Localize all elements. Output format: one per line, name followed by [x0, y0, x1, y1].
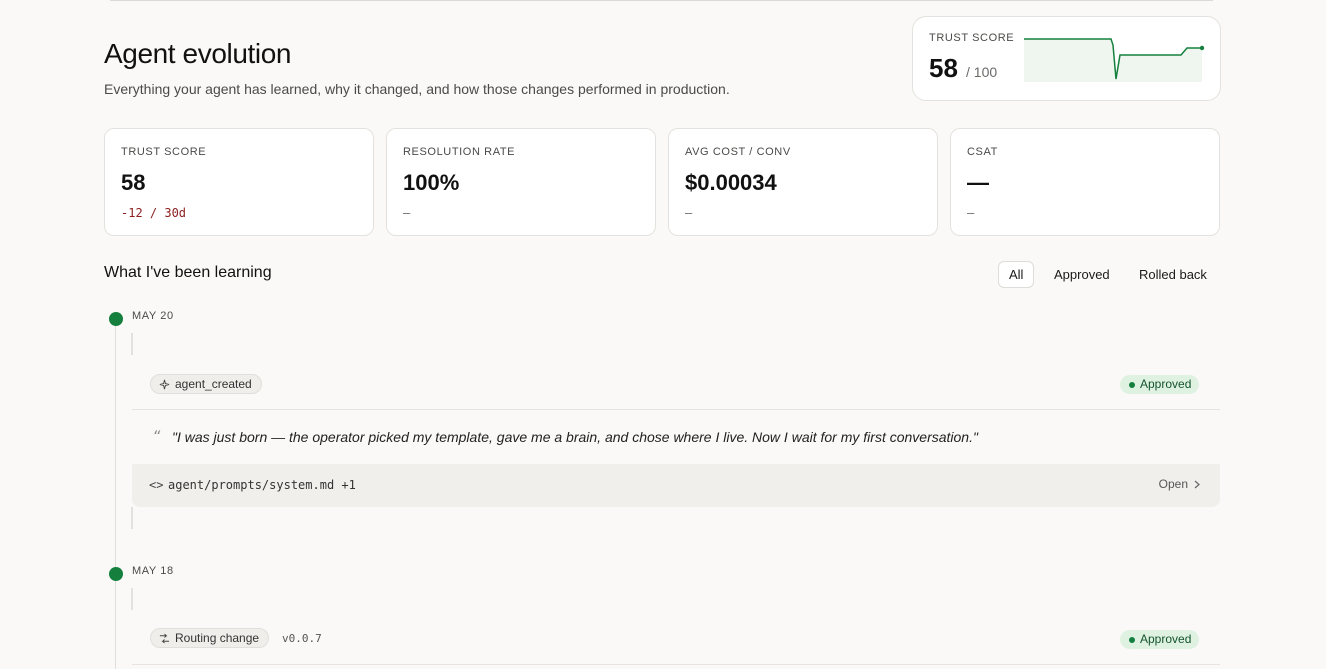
kpi-csat: CSAT — – [950, 128, 1220, 236]
kpi-resolution-rate: RESOLUTION RATE 100% – [386, 128, 656, 236]
changed-files: agent/prompts/system.md +1 [168, 478, 356, 492]
agent-quote: "I was just born — the operator picked m… [172, 429, 978, 445]
tag-label: agent_created [175, 377, 252, 391]
kpi-avg-cost: AVG COST / CONV $0.00034 – [668, 128, 938, 236]
filter-rolled-back[interactable]: Rolled back [1128, 261, 1218, 288]
changed-files-row[interactable]: <> agent/prompts/system.md +1 Open [132, 464, 1220, 507]
kpi-value: 100% [403, 170, 460, 195]
trust-sparkline [1024, 38, 1205, 82]
routing-icon [159, 633, 170, 643]
top-divider [110, 0, 1213, 1]
kpi-label: AVG COST / CONV [685, 146, 791, 158]
kpi-label: TRUST SCORE [121, 146, 207, 158]
status-dot [1129, 636, 1135, 643]
status-dot [1129, 381, 1135, 388]
kpi-value: $0.00034 [685, 170, 777, 195]
trust-card-denominator: / 100 [966, 64, 998, 80]
version-label: v0.0.7 [282, 632, 322, 645]
trust-card-label: TRUST SCORE [929, 32, 1015, 44]
kpi-delta: – [967, 206, 975, 220]
code-icon: <> [149, 478, 164, 492]
change-tag-agent-created[interactable]: agent_created [150, 374, 262, 394]
trust-score-card: TRUST SCORE 58 / 100 [912, 16, 1221, 101]
chevron-right-icon [1194, 480, 1200, 488]
change-tag-routing[interactable]: Routing change [150, 628, 270, 648]
entry-divider [132, 664, 1220, 665]
filter-all[interactable]: All [998, 261, 1035, 288]
timeline-dot [109, 312, 123, 326]
filter-approved[interactable]: Approved [1043, 261, 1121, 288]
page-subtitle: Everything your agent has learned, why i… [104, 81, 730, 97]
entry-divider [132, 409, 1220, 410]
status-label: Approved [1140, 377, 1192, 391]
timeline-track [115, 325, 116, 669]
kpi-value: — [967, 170, 989, 195]
kpi-label: CSAT [967, 146, 998, 158]
sparkline-endpoint [1199, 45, 1205, 51]
kpi-delta: – [403, 206, 411, 220]
sparkle-icon [159, 379, 170, 389]
timeline-date: MAY 18 [132, 565, 174, 577]
open-label: Open [1158, 477, 1188, 491]
entry-connector [131, 507, 133, 529]
page-title: Agent evolution [104, 38, 292, 69]
entry-connector [131, 333, 133, 355]
quote-icon: “ [153, 427, 162, 446]
timeline-dot [109, 567, 123, 581]
kpi-delta: -12 / 30d [121, 206, 187, 220]
open-button[interactable]: Open [1159, 477, 1200, 491]
kpi-value: 58 [121, 170, 146, 195]
kpi-delta: – [685, 206, 693, 220]
tag-label: Routing change [175, 631, 260, 645]
status-badge: Approved [1120, 630, 1200, 649]
learning-section-title: What I've been learning [104, 264, 272, 281]
status-label: Approved [1140, 632, 1192, 646]
kpi-label: RESOLUTION RATE [403, 146, 516, 158]
entry-connector [131, 588, 133, 610]
trust-card-value: 58 [929, 53, 958, 83]
status-badge: Approved [1120, 375, 1200, 394]
timeline-date: MAY 20 [132, 310, 174, 322]
kpi-trust-score: TRUST SCORE 58 -12 / 30d [104, 128, 374, 236]
